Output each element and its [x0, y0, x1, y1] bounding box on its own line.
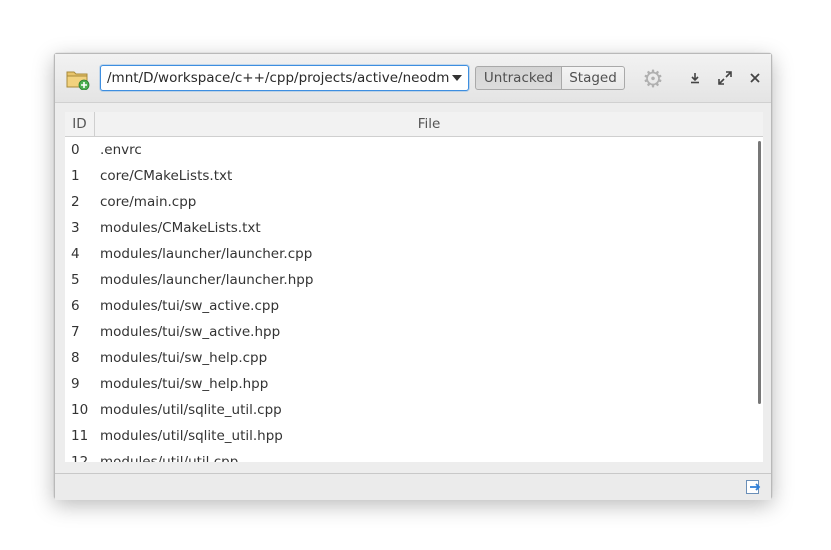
row-file-path: modules/tui/sw_help.cpp — [100, 350, 268, 366]
row-id: 4 — [71, 246, 80, 262]
column-header-file[interactable]: File — [95, 112, 763, 136]
table-row[interactable]: 12 modules/util/util.cpp — [65, 449, 757, 462]
table-row[interactable]: 5 modules/launcher/launcher.hpp — [65, 267, 757, 293]
row-file-path: modules/util/sqlite_util.cpp — [100, 402, 282, 418]
row-id: 12 — [71, 454, 89, 462]
row-id: 7 — [71, 324, 80, 340]
path-combobox[interactable]: /mnt/D/workspace/c++/cpp/projects/active… — [100, 65, 469, 91]
row-id: 8 — [71, 350, 80, 366]
status-bar — [55, 473, 771, 500]
table-body: 0 .envrc 1 core/CMakeLists.txt 2 core/main.cp… — [65, 137, 757, 462]
close-icon[interactable] — [746, 69, 764, 87]
table-row[interactable]: 10 modules/util/sqlite_util.cpp — [65, 397, 757, 423]
chevron-down-icon[interactable] — [452, 75, 462, 81]
path-value: /mnt/D/workspace/c++/cpp/projects/active… — [107, 70, 450, 86]
row-file-path: core/CMakeLists.txt — [100, 168, 233, 184]
folder-add-icon[interactable] — [66, 68, 90, 91]
staged-toggle[interactable]: Staged — [561, 66, 625, 90]
table-header: ID File — [65, 112, 763, 137]
row-file-path: modules/util/sqlite_util.hpp — [100, 428, 283, 444]
column-header-id[interactable]: ID — [65, 112, 95, 136]
row-id: 6 — [71, 298, 80, 314]
maximize-icon[interactable] — [716, 69, 734, 87]
toolbar: /mnt/D/workspace/c++/cpp/projects/active… — [55, 54, 771, 103]
row-id: 5 — [71, 272, 80, 288]
table-row[interactable]: 4 modules/launcher/launcher.cpp — [65, 241, 757, 267]
table-row[interactable]: 6 modules/tui/sw_active.cpp — [65, 293, 757, 319]
table-row[interactable]: 0 .envrc — [65, 137, 757, 163]
row-id: 1 — [71, 168, 80, 184]
gear-icon[interactable]: ⚙ — [641, 67, 665, 91]
download-icon[interactable] — [686, 69, 704, 87]
table-row[interactable]: 1 core/CMakeLists.txt — [65, 163, 757, 189]
file-table: ID File 0 .envrc 1 core/CMakeLists.txt 2 core… — [65, 112, 763, 462]
row-file-path: modules/launcher/launcher.cpp — [100, 246, 313, 262]
row-id: 3 — [71, 220, 80, 236]
table-row[interactable]: 7 modules/tui/sw_active.hpp — [65, 319, 757, 345]
row-file-path: modules/launcher/launcher.hpp — [100, 272, 314, 288]
row-file-path: core/main.cpp — [100, 194, 197, 210]
row-file-path: modules/tui/sw_help.hpp — [100, 376, 269, 392]
table-row[interactable]: 3 modules/CMakeLists.txt — [65, 215, 757, 241]
row-file-path: modules/tui/sw_active.hpp — [100, 324, 281, 340]
row-id: 0 — [71, 142, 80, 158]
row-id: 11 — [71, 428, 89, 444]
table-row[interactable]: 9 modules/tui/sw_help.hpp — [65, 371, 757, 397]
row-file-path: modules/tui/sw_active.cpp — [100, 298, 280, 314]
app-window: /mnt/D/workspace/c++/cpp/projects/active… — [54, 53, 772, 500]
row-id: 10 — [71, 402, 89, 418]
table-row[interactable]: 8 modules/tui/sw_help.cpp — [65, 345, 757, 371]
table-row[interactable]: 2 core/main.cpp — [65, 189, 757, 215]
row-file-path: .envrc — [100, 142, 142, 158]
table-row[interactable]: 11 modules/util/sqlite_util.hpp — [65, 423, 757, 449]
untracked-toggle[interactable]: Untracked — [475, 66, 562, 90]
export-icon[interactable] — [745, 479, 761, 495]
vertical-scrollbar[interactable] — [758, 141, 761, 404]
row-id: 9 — [71, 376, 80, 392]
row-file-path: modules/CMakeLists.txt — [100, 220, 261, 236]
row-id: 2 — [71, 194, 80, 210]
row-file-path: modules/util/util.cpp — [100, 454, 239, 462]
